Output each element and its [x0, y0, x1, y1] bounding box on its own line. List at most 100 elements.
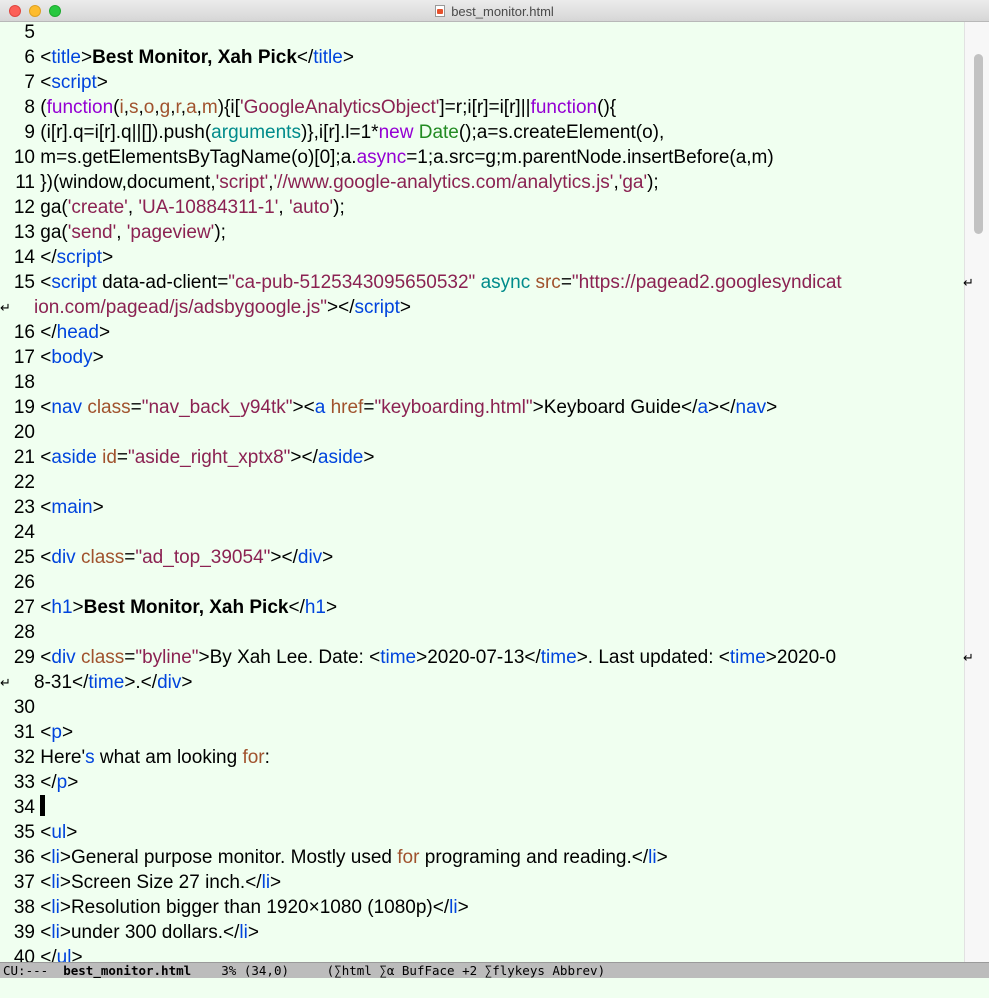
- token-t: ga(: [40, 222, 68, 243]
- line-number: 15: [13, 272, 35, 293]
- token-tag: time: [540, 647, 577, 668]
- code-line[interactable]: 33 </p>: [0, 770, 78, 795]
- code-line[interactable]: 11 })(window,document,'script','//www.go…: [0, 170, 659, 195]
- code-line[interactable]: 8 (function(i,s,o,g,r,a,m){i['GoogleAnal…: [0, 95, 616, 120]
- code-line[interactable]: 26: [0, 570, 40, 595]
- title-bar: best_monitor.html: [0, 0, 989, 22]
- token-t: >: [325, 597, 338, 618]
- line-number: 9: [24, 122, 35, 143]
- token-str: 'auto': [288, 197, 334, 218]
- line-number: 32: [13, 747, 35, 768]
- token-t: <: [40, 72, 52, 93]
- code-line[interactable]: 6 <title>Best Monitor, Xah Pick</title>: [0, 45, 354, 70]
- code-text: </script>: [40, 247, 113, 268]
- code-line[interactable]: 27 <h1>Best Monitor, Xah Pick</h1>: [0, 595, 337, 620]
- token-tag: p: [51, 722, 62, 743]
- code-text: <div class="byline">By Xah Lee. Date: <t…: [40, 647, 836, 668]
- scrollbar-thumb[interactable]: [974, 54, 983, 234]
- code-line[interactable]: 38 <li>Resolution bigger than 1920×1080 …: [0, 895, 469, 920]
- token-t: ga(: [40, 197, 68, 218]
- token-t: >: [322, 547, 334, 568]
- token-b: Best Monitor, Xah Pick: [83, 597, 289, 618]
- code-line[interactable]: 17 <body>: [0, 345, 104, 370]
- code-line[interactable]: 5: [0, 22, 40, 45]
- code-text: ga('send', 'pageview');: [40, 222, 226, 243]
- token-str: 'GoogleAnalyticsObject': [239, 97, 440, 118]
- token-t: >: [766, 397, 778, 418]
- code-line[interactable]: 18: [0, 370, 40, 395]
- code-text: <li>Screen Size 27 inch.</li>: [40, 872, 281, 893]
- code-line[interactable]: 23 <main>: [0, 495, 104, 520]
- token-tag: time: [88, 672, 125, 693]
- token-t: >Screen Size 27 inch.</: [59, 872, 262, 893]
- token-t: >: [92, 347, 104, 368]
- line-number: 24: [13, 522, 35, 543]
- code-text: Here's what am looking for:: [40, 747, 270, 768]
- code-line[interactable]: 36 <li>General purpose monitor. Mostly u…: [0, 845, 668, 870]
- code-line[interactable]: 25 <div class="ad_top_39054"></div>: [0, 545, 333, 570]
- line-number: 27: [13, 597, 35, 618]
- code-line[interactable]: 30: [0, 695, 40, 720]
- code-line[interactable]: 9 (i[r].q=i[r].q||[]).push(arguments)},i…: [0, 120, 664, 145]
- code-line[interactable]: 24: [0, 520, 40, 545]
- token-attr: class: [80, 547, 125, 568]
- token-str: ion.com/pagead/js/adsbygoogle.js": [34, 297, 327, 318]
- token-str: 'ga': [618, 172, 648, 193]
- code-line[interactable]: 35 <ul>: [0, 820, 77, 845]
- code-line[interactable]: 32 Here's what am looking for:: [0, 745, 270, 770]
- code-text: <h1>Best Monitor, Xah Pick</h1>: [40, 597, 337, 618]
- code-text: <script>: [40, 72, 108, 93]
- token-tag: title: [313, 47, 343, 68]
- token-t: </: [296, 47, 314, 68]
- code-text: <body>: [40, 347, 103, 368]
- code-line[interactable]: 12 ga('create', 'UA-10884311-1', 'auto')…: [0, 195, 345, 220]
- code-line-continuation[interactable]: 8-31</time>.</div>: [0, 670, 192, 695]
- code-text: </ul>: [40, 947, 82, 962]
- token-t: >: [181, 672, 193, 693]
- line-number: 28: [13, 622, 35, 643]
- code-text: <aside id="aside_right_xptx8"></aside>: [40, 447, 374, 468]
- code-line[interactable]: 21 <aside id="aside_right_xptx8"></aside…: [0, 445, 375, 470]
- token-tag: script: [51, 72, 97, 93]
- wrap-left-icon: ↵: [0, 300, 11, 315]
- token-t: );: [647, 172, 659, 193]
- vertical-scrollbar[interactable]: [964, 22, 989, 962]
- line-number: 12: [13, 197, 35, 218]
- code-line[interactable]: 37 <li>Screen Size 27 inch.</li>: [0, 870, 281, 895]
- code-line[interactable]: 7 <script>: [0, 70, 108, 95]
- code-line[interactable]: 13 ga('send', 'pageview');: [0, 220, 226, 245]
- token-t: >: [247, 922, 259, 943]
- editor-text-area[interactable]: 5 6 <title>Best Monitor, Xah Pick</title…: [0, 22, 964, 962]
- code-line[interactable]: 39 <li>under 300 dollars.</li>: [0, 920, 259, 945]
- code-line[interactable]: 10 m=s.getElementsByTagName(o)[0];a.asyn…: [0, 145, 774, 170]
- token-str: "ad_top_39054": [135, 547, 271, 568]
- code-line[interactable]: 15 <script data-ad-client="ca-pub-512534…: [0, 270, 842, 295]
- token-tag: h1: [51, 597, 73, 618]
- token-t: >Keyboard Guide</: [532, 397, 698, 418]
- code-line[interactable]: 34: [0, 795, 46, 820]
- line-number: 26: [13, 572, 35, 593]
- token-t: <: [40, 922, 52, 943]
- token-tag: div: [51, 547, 76, 568]
- window-title: best_monitor.html: [451, 3, 554, 19]
- token-attr: id: [102, 447, 117, 468]
- code-line[interactable]: 31 <p>: [0, 720, 73, 745]
- token-t: :: [264, 747, 270, 768]
- minibuffer[interactable]: [0, 978, 989, 998]
- token-t: programing and reading.</: [419, 847, 649, 868]
- code-line[interactable]: 22: [0, 470, 40, 495]
- token-t: ><: [292, 397, 315, 418]
- token-bi: arguments: [211, 122, 301, 143]
- code-line[interactable]: 28: [0, 620, 40, 645]
- token-str: "byline": [135, 647, 199, 668]
- token-tag: ul: [51, 822, 67, 843]
- code-line[interactable]: 16 </head>: [0, 320, 110, 345]
- code-line[interactable]: 14 </script>: [0, 245, 113, 270]
- code-line[interactable]: 20: [0, 420, 40, 445]
- code-line-continuation[interactable]: ion.com/pagead/js/adsbygoogle.js"></scri…: [0, 295, 411, 320]
- code-line[interactable]: 40 </ul>: [0, 945, 83, 962]
- code-text: <li>under 300 dollars.</li>: [40, 922, 259, 943]
- code-line[interactable]: 29 <div class="byline">By Xah Lee. Date:…: [0, 645, 836, 670]
- code-line[interactable]: 19 <nav class="nav_back_y94tk"><a href="…: [0, 395, 777, 420]
- token-kw: function: [530, 97, 598, 118]
